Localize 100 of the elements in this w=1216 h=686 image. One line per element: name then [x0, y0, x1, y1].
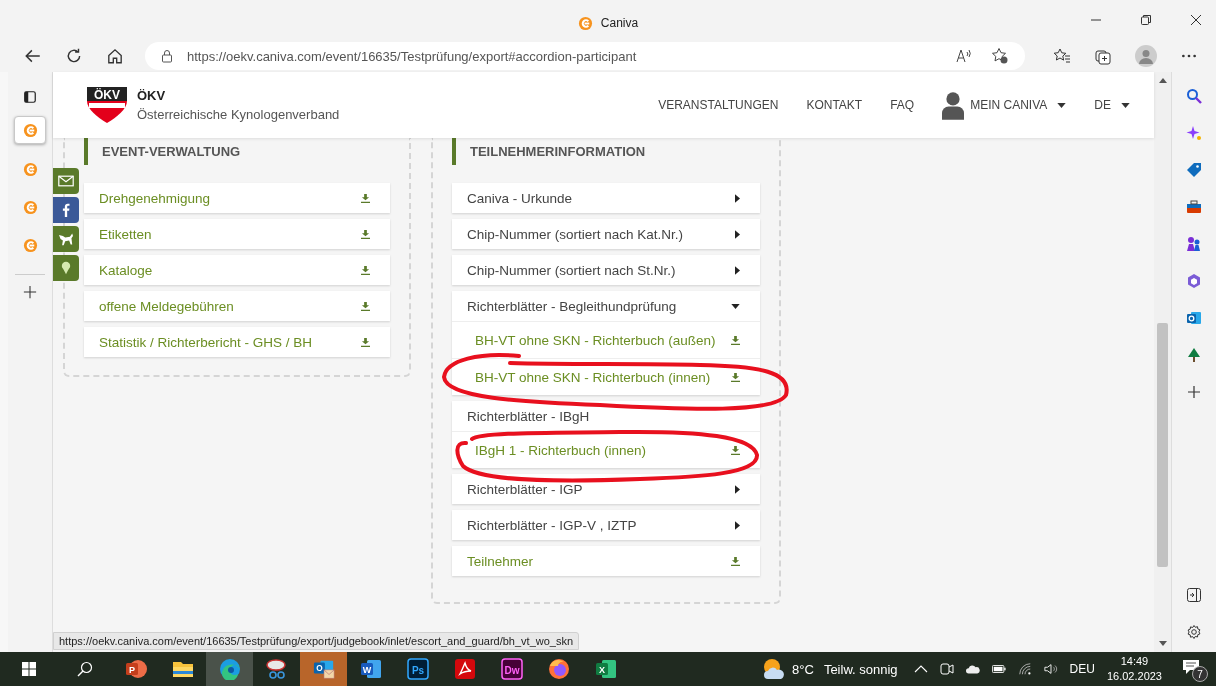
- weather-icon[interactable]: [762, 658, 787, 680]
- collections-icon[interactable]: [1094, 47, 1112, 65]
- list-item[interactable]: Etiketten: [84, 219, 390, 249]
- sparkle-icon[interactable]: [1186, 125, 1202, 141]
- tag-icon[interactable]: [1186, 162, 1202, 178]
- tree-icon[interactable]: [1186, 347, 1202, 363]
- brand-name: ÖKV: [137, 88, 167, 103]
- list-item[interactable]: offene Meldegebühren: [84, 291, 390, 321]
- list-item[interactable]: Richterblätter - IBgH: [452, 401, 760, 431]
- download-icon: [361, 193, 370, 203]
- add-icon[interactable]: [1186, 384, 1202, 400]
- start-icon[interactable]: [21, 661, 37, 677]
- list-item[interactable]: BH-VT ohne SKN - Richterbuch (außen): [452, 321, 760, 358]
- taskbar-app[interactable]: O: [300, 652, 347, 686]
- lock-icon: [161, 49, 173, 63]
- taskbar-app[interactable]: Dw: [488, 652, 535, 686]
- settings-icon[interactable]: [1186, 624, 1202, 640]
- add-favorite-icon[interactable]: [991, 47, 1009, 65]
- download-icon: [361, 265, 370, 275]
- new-tab-icon[interactable]: [23, 285, 37, 299]
- toolbox-icon[interactable]: [1186, 199, 1202, 215]
- caret-right-icon: [735, 265, 740, 275]
- profile-icon[interactable]: [1135, 45, 1157, 67]
- share-button[interactable]: [53, 197, 79, 223]
- scroll-down-icon[interactable]: [1158, 641, 1167, 646]
- clock-time[interactable]: 14:49: [1120, 654, 1149, 669]
- wifi-icon[interactable]: [1017, 662, 1032, 676]
- office-icon[interactable]: [1186, 273, 1202, 289]
- section-heading: TEILNEHMERINFORMATION: [452, 138, 760, 165]
- list-item[interactable]: Richterblätter - Begleithundprüfung: [452, 291, 760, 321]
- window-title: Caniva: [600, 16, 639, 30]
- list-item[interactable]: Chip-Nummer (sortiert nach St.Nr.): [452, 255, 760, 285]
- download-icon: [361, 301, 370, 311]
- list-item[interactable]: Teilnehmer: [452, 546, 760, 576]
- download-icon: [731, 445, 740, 455]
- search-icon[interactable]: [77, 661, 93, 677]
- download-icon: [731, 372, 740, 382]
- nav-link[interactable]: MEIN CANIVA: [942, 90, 1067, 120]
- volume-icon[interactable]: [1043, 662, 1058, 676]
- address-field[interactable]: https://oekv.caniva.com/event/16635/Testprüfung/export#accordion-participant: [145, 42, 1025, 70]
- photoshop-icon: Ps: [406, 658, 429, 680]
- taskbar-app[interactable]: W: [347, 652, 394, 686]
- battery-icon[interactable]: [991, 662, 1006, 676]
- restore-icon[interactable]: [1140, 14, 1152, 26]
- sidebar-toggle-icon[interactable]: [1186, 587, 1202, 603]
- input-language[interactable]: DEU: [1069, 662, 1095, 676]
- read-aloud-icon[interactable]: [955, 47, 973, 65]
- caret-down-icon: [1121, 102, 1130, 108]
- caniva-icon: [22, 161, 38, 177]
- clock-date[interactable]: 16.02.2023: [1106, 669, 1162, 684]
- list-item[interactable]: IBgH 1 - Richterbuch (innen): [452, 431, 760, 468]
- list-item[interactable]: Statistik / Richterbericht - GHS / BH: [84, 327, 390, 357]
- nav-link[interactable]: DE: [1094, 98, 1130, 112]
- share-button[interactable]: [53, 255, 79, 281]
- home-icon[interactable]: [106, 47, 124, 65]
- cloud-icon[interactable]: [965, 662, 980, 676]
- scrollbar-thumb[interactable]: [1157, 323, 1168, 567]
- nav-link[interactable]: FAQ: [890, 98, 915, 112]
- scroll-up-icon[interactable]: [1158, 78, 1167, 83]
- acrobat-icon: [453, 658, 476, 680]
- outlook-icon[interactable]: [1186, 310, 1202, 326]
- edge-icon: [218, 658, 241, 680]
- camera-icon[interactable]: [939, 662, 954, 676]
- download-icon: [361, 229, 370, 239]
- caniva-icon: [22, 237, 38, 253]
- section-heading: EVENT-VERWALTUNG: [84, 138, 390, 165]
- list-item[interactable]: Chip-Nummer (sortiert nach Kat.Nr.): [452, 219, 760, 249]
- back-icon[interactable]: [24, 47, 42, 65]
- favorites-icon[interactable]: [1053, 47, 1071, 65]
- tab-actions-icon[interactable]: [23, 90, 37, 104]
- weather-text[interactable]: Teilw. sonnig: [823, 661, 898, 677]
- caniva-icon: [577, 15, 593, 31]
- caret-down-icon: [1057, 102, 1067, 108]
- list-item[interactable]: Caniva - Urkunde: [452, 183, 760, 213]
- list-item[interactable]: Drehgenehmigung: [84, 183, 390, 213]
- status-url: https://oekv.caniva.com/event/16635/Testprüfung/export/judgebook/inlet/escort_and_guard/bh_vt_wo_skn: [53, 632, 580, 650]
- firefox-icon: [547, 658, 570, 680]
- download-icon: [731, 556, 740, 566]
- list-item[interactable]: Richterblätter - IGP: [452, 474, 760, 504]
- list-item[interactable]: Richterblätter - IGP-V , IZTP: [452, 510, 760, 540]
- user-icon: [942, 90, 965, 120]
- taskbar-app[interactable]: X: [582, 652, 629, 686]
- share-button[interactable]: [53, 168, 79, 194]
- close-icon[interactable]: [1190, 14, 1202, 26]
- logo[interactable]: ÖKV: [85, 85, 129, 125]
- nav-link[interactable]: VERANSTALTUNGEN: [658, 98, 779, 112]
- nav-link[interactable]: KONTAKT: [806, 98, 863, 112]
- download-icon: [361, 337, 370, 347]
- dog-icon: [58, 232, 74, 246]
- mail-icon: [58, 174, 74, 188]
- share-button[interactable]: [53, 226, 79, 252]
- temperature[interactable]: 8°C: [792, 661, 814, 677]
- list-item[interactable]: BH-VT ohne SKN - Richterbuch (innen): [452, 358, 760, 395]
- caret-right-icon: [735, 193, 740, 203]
- taskbar-app[interactable]: Ps: [394, 652, 441, 686]
- taskbar-app[interactable]: P: [112, 652, 159, 686]
- brand-subtitle: Österreichische Kynologenverband: [137, 107, 340, 122]
- refresh-icon[interactable]: [65, 47, 83, 65]
- caniva-icon: [22, 122, 38, 138]
- list-item[interactable]: Kataloge: [84, 255, 390, 285]
